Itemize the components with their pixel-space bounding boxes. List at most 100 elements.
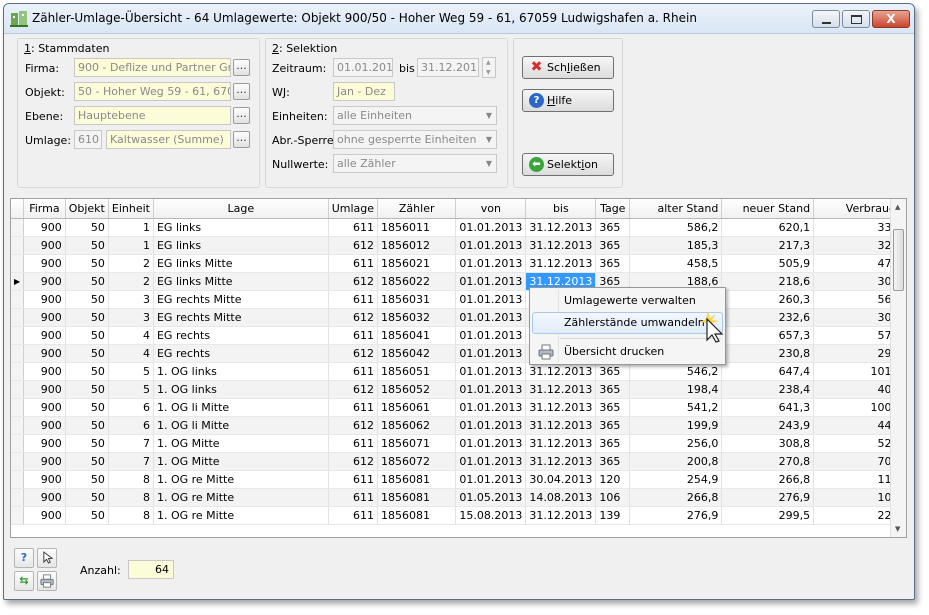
vertical-scrollbar[interactable]: ▲ ▼ [890, 199, 906, 537]
table-cell[interactable]: 611 [328, 218, 379, 237]
table-cell[interactable]: 50 [65, 488, 109, 507]
table-row[interactable]: 900 50 2 EG links Mitte 611 1856021 01.01.2013… [11, 254, 906, 273]
table-cell[interactable]: 365 [595, 254, 631, 273]
column-header[interactable]: Umlage [328, 199, 379, 219]
table-cell[interactable]: 7 [108, 434, 154, 453]
table-cell[interactable]: 50 [65, 362, 109, 381]
table-cell[interactable]: 900 [23, 254, 66, 273]
table-cell[interactable]: 900 [23, 434, 66, 453]
table-cell[interactable]: 1856061 [377, 398, 457, 417]
table-cell[interactable]: 01.01.2013 [455, 380, 527, 399]
row-selector[interactable]: ▶ [11, 272, 25, 291]
table-cell[interactable]: 4 [108, 344, 154, 363]
table-row[interactable]: 900 50 3 EG rechts Mitte 612 1856032 01.01.201… [11, 308, 906, 327]
table-cell[interactable]: EG rechts [153, 326, 329, 345]
table-cell[interactable]: 3 [108, 290, 154, 309]
table-cell[interactable]: 1. OG re Mitte [153, 470, 329, 489]
table-cell[interactable]: 611 [328, 488, 379, 507]
table-cell[interactable]: 01.01.2013 [455, 272, 527, 291]
column-header[interactable]: Firma [23, 199, 66, 219]
table-cell[interactable]: 611 [328, 290, 379, 309]
table-cell[interactable]: 5 [108, 362, 154, 381]
table-cell[interactable]: 612 [328, 416, 379, 435]
table-cell[interactable]: 505,9 [721, 254, 815, 273]
selektion-button[interactable]: ⬅ Selektion [522, 153, 614, 176]
scroll-down-icon[interactable]: ▼ [895, 525, 900, 533]
table-cell[interactable]: 900 [23, 470, 66, 489]
table-cell[interactable]: 1. OG links [153, 362, 329, 381]
table-cell[interactable]: 1856081 [377, 488, 457, 507]
table-cell[interactable]: 50 [65, 290, 109, 309]
table-cell[interactable]: 50 [65, 272, 109, 291]
table-cell[interactable]: 620,1 [721, 218, 815, 237]
table-cell[interactable]: 612 [328, 272, 379, 291]
umlage-browse-button[interactable]: ... [233, 131, 250, 148]
table-cell[interactable]: 900 [23, 308, 66, 327]
table-cell[interactable]: 01.01.2013 [455, 308, 527, 327]
table-cell[interactable]: 612 [328, 308, 379, 327]
table-cell[interactable]: 612 [328, 344, 379, 363]
table-cell[interactable]: 15.08.2013 [455, 506, 527, 525]
table-cell[interactable]: 31.12.2013 [525, 434, 597, 453]
table-cell[interactable]: EG links [153, 236, 329, 255]
table-cell[interactable]: 31.12.2013 [525, 218, 597, 237]
table-cell[interactable]: 31.12.2013 [525, 452, 597, 471]
table-cell[interactable]: 260,3 [721, 290, 815, 309]
table-cell[interactable]: 1 [108, 236, 154, 255]
table-cell[interactable]: 612 [328, 380, 379, 399]
table-cell[interactable]: 01.01.2013 [455, 362, 527, 381]
table-cell[interactable]: 2 [108, 254, 154, 273]
table-row[interactable]: 900 50 1 EG links 612 1856012 01.01.2013 31.12.… [11, 236, 906, 255]
table-row[interactable]: 900 50 8 1. OG re Mitte 611 1856081 01.01.2013… [11, 470, 906, 489]
table-cell[interactable]: 270,8 [721, 452, 815, 471]
table-cell[interactable]: 01.01.2013 [455, 218, 527, 237]
table-cell[interactable]: 1. OG re Mitte [153, 506, 329, 525]
schliessen-button[interactable]: ✖ Schließen [522, 56, 614, 79]
row-selector[interactable] [11, 254, 25, 273]
table-row[interactable]: 900 50 6 1. OG li Mitte 612 1856062 01.01.2013… [11, 416, 906, 435]
row-selector[interactable] [11, 488, 25, 507]
table-cell[interactable]: 243,9 [721, 416, 815, 435]
table-cell[interactable]: 611 [328, 398, 379, 417]
table-cell[interactable]: 31.12.2013 [525, 416, 597, 435]
menu-item-umlagewerte-verwalten[interactable]: Umlagewerte verwalten [532, 290, 723, 312]
table-cell[interactable]: 31.12.2013 [525, 254, 597, 273]
table-row[interactable]: ▶ 900 50 2 EG links Mitte 612 1856022 01.01.201… [11, 272, 906, 291]
table-cell[interactable]: 266,8 [629, 488, 723, 507]
row-selector[interactable] [11, 344, 25, 363]
objekt-field[interactable]: 50 - Hoher Weg 59 - 61, 67059 [74, 82, 231, 101]
table-cell[interactable]: 900 [23, 272, 66, 291]
close-window-button[interactable]: X [872, 10, 910, 28]
table-cell[interactable]: 900 [23, 416, 66, 435]
nullwerte-select[interactable]: alle Zähler ▼ [333, 154, 497, 173]
table-cell[interactable]: 1856012 [377, 236, 457, 255]
table-cell[interactable]: 611 [328, 362, 379, 381]
column-header[interactable]: alter Stand [629, 199, 723, 219]
table-cell[interactable]: 1. OG li Mitte [153, 416, 329, 435]
table-cell[interactable]: 3 [108, 308, 154, 327]
table-cell[interactable]: 6 [108, 416, 154, 435]
table-cell[interactable]: 365 [595, 380, 631, 399]
table-cell[interactable]: 1. OG Mitte [153, 434, 329, 453]
table-cell[interactable]: 01.01.2013 [455, 290, 527, 309]
column-header[interactable]: neuer Stand [721, 199, 815, 219]
table-cell[interactable]: 8 [108, 506, 154, 525]
table-cell[interactable]: 199,9 [629, 416, 723, 435]
table-cell[interactable]: 120 [595, 470, 631, 489]
table-cell[interactable]: 1856041 [377, 326, 457, 345]
table-cell[interactable]: 01.01.2013 [455, 416, 527, 435]
zeitraum-bis-field[interactable]: 31.12.2013 [417, 58, 479, 77]
ebene-browse-button[interactable]: ... [233, 107, 250, 124]
table-cell[interactable]: EG rechts Mitte [153, 308, 329, 327]
umlage-field[interactable]: Kaltwasser (Summe) [106, 130, 231, 149]
table-cell[interactable]: 612 [328, 452, 379, 471]
sperre-select[interactable]: ohne gesperrte Einheiten ▼ [333, 130, 497, 149]
table-cell[interactable]: 31.12.2013 [525, 380, 597, 399]
table-cell[interactable]: 50 [65, 236, 109, 255]
table-cell[interactable]: 611 [328, 506, 379, 525]
table-cell[interactable]: 900 [23, 218, 66, 237]
einheiten-select[interactable]: alle Einheiten ▼ [333, 106, 497, 125]
scroll-up-icon[interactable]: ▲ [895, 203, 900, 211]
firma-field[interactable]: 900 - Deflize und Partner GmbH [74, 58, 231, 77]
table-cell[interactable]: 1. OG Mitte [153, 452, 329, 471]
